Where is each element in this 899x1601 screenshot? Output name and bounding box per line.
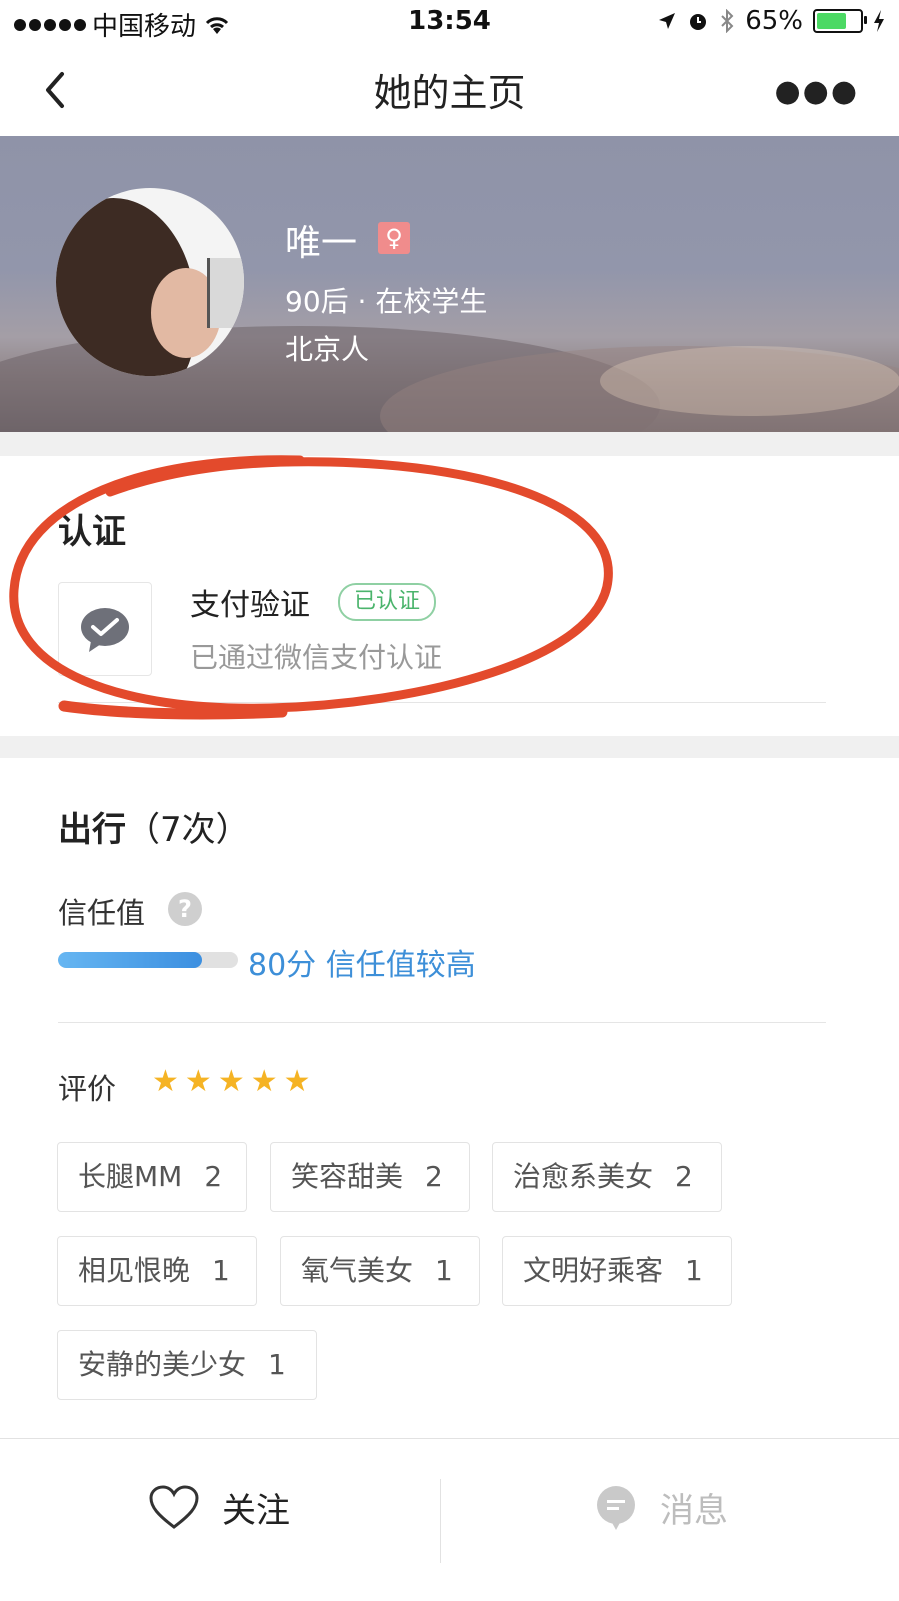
wechat-pay-icon xyxy=(81,608,129,652)
tag-count: 2 xyxy=(675,1160,693,1193)
heart-icon xyxy=(149,1484,199,1529)
review-tag[interactable]: 安静的美少女 1 xyxy=(57,1330,317,1400)
review-tag[interactable]: 笑容甜美 2 xyxy=(270,1142,470,1212)
more-icon[interactable]: ●●● xyxy=(774,74,859,109)
section-gap xyxy=(0,736,899,758)
tag-count: 2 xyxy=(425,1160,443,1193)
tag-label: 氧气美女 xyxy=(301,1254,414,1287)
tag-count: 1 xyxy=(268,1348,286,1381)
profile-name: 唯一 xyxy=(285,223,358,264)
review-tag[interactable]: 相见恨晚 1 xyxy=(57,1236,257,1306)
help-icon[interactable]: ? xyxy=(168,892,202,926)
verified-badge: 已认证 xyxy=(338,583,437,621)
message-label: 消息 xyxy=(660,1491,728,1531)
chat-bubble-icon xyxy=(597,1485,635,1530)
trips-title-main: 出行 xyxy=(58,810,126,850)
trips-title: 出行（7次） xyxy=(58,802,250,851)
status-bar: 中国移动 13:54 65% xyxy=(0,0,899,44)
follow-label: 关注 xyxy=(222,1491,290,1531)
tag-label: 安静的美少女 xyxy=(78,1348,247,1381)
review-tag[interactable]: 氧气美女 1 xyxy=(280,1236,480,1306)
trust-value: 80分 信任值较高 xyxy=(248,948,476,983)
star-icon: ★ xyxy=(184,1064,212,1099)
payment-icon-box xyxy=(58,582,152,676)
certification-title: 认证 xyxy=(58,512,126,552)
star-icon: ★ xyxy=(217,1064,245,1099)
page-title: 她的主页 xyxy=(373,71,526,115)
nav-bar: 她的主页 ●●● xyxy=(0,44,899,136)
profile-meta-hometown: 北京人 xyxy=(285,333,370,366)
section-gap xyxy=(0,432,899,456)
location-icon xyxy=(659,13,676,29)
alarm-icon xyxy=(690,14,707,30)
tag-count: 1 xyxy=(685,1254,703,1287)
charging-icon xyxy=(874,10,884,32)
tag-label: 治愈系美女 xyxy=(513,1160,654,1193)
trust-progress-bar xyxy=(58,952,238,968)
payment-verification-label: 支付验证 xyxy=(190,588,310,623)
tag-count: 1 xyxy=(212,1254,230,1287)
review-tag[interactable]: 文明好乘客 1 xyxy=(502,1236,732,1306)
tag-label: 文明好乘客 xyxy=(523,1254,664,1287)
tag-label: 笑容甜美 xyxy=(291,1160,404,1193)
female-icon: ♀ xyxy=(378,222,410,254)
battery-icon xyxy=(813,9,867,33)
bluetooth-icon xyxy=(721,9,734,33)
rating-label: 评价 xyxy=(58,1072,117,1106)
review-tag[interactable]: 长腿MM 2 xyxy=(57,1142,247,1212)
star-icon: ★ xyxy=(250,1064,278,1099)
bottom-divider xyxy=(440,1479,441,1563)
trust-progress-fill xyxy=(58,952,202,968)
tag-count: 2 xyxy=(204,1160,223,1193)
bottom-action-bar: 关注 消息 xyxy=(0,1438,899,1601)
star-icon: ★ xyxy=(152,1064,179,1099)
tag-label: 长腿MM xyxy=(78,1160,183,1193)
payment-verification-desc: 已通过微信支付认证 xyxy=(190,641,443,674)
avatar[interactable] xyxy=(56,188,244,376)
tag-count: 1 xyxy=(435,1254,453,1287)
profile-meta-age-occupation: 90后 · 在校学生 xyxy=(285,285,488,318)
status-right: 65% xyxy=(657,6,885,36)
review-tag[interactable]: 治愈系美女 2 xyxy=(492,1142,722,1212)
divider xyxy=(58,702,826,703)
trust-label: 信任值 xyxy=(58,896,146,930)
battery-percent: 65% xyxy=(745,6,803,36)
message-button[interactable]: 消息 xyxy=(594,1483,728,1532)
follow-button[interactable]: 关注 xyxy=(148,1483,290,1532)
star-icon: ★ xyxy=(283,1064,311,1099)
tag-label: 相见恨晚 xyxy=(78,1254,191,1287)
profile-header: 唯一 ♀ 90后 · 在校学生 北京人 xyxy=(0,136,899,432)
trips-count: （7次） xyxy=(126,810,250,850)
divider xyxy=(58,1022,826,1023)
rating-stars: ★ ★ ★ ★ ★ xyxy=(152,1064,311,1100)
